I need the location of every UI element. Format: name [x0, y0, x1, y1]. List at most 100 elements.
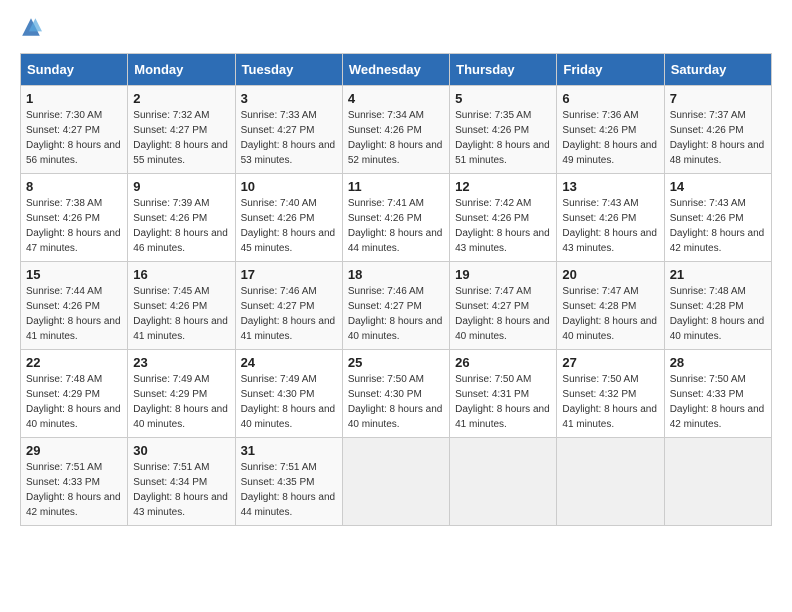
- calendar-week-row: 8 Sunrise: 7:38 AM Sunset: 4:26 PM Dayli…: [21, 174, 772, 262]
- day-number: 4: [348, 91, 444, 106]
- sunrise-label: Sunrise: 7:34 AM: [348, 110, 424, 121]
- daylight-label: Daylight: 8 hours and 40 minutes.: [455, 316, 550, 342]
- daylight-label: Daylight: 8 hours and 41 minutes.: [133, 316, 228, 342]
- day-number: 28: [670, 355, 766, 370]
- day-info: Sunrise: 7:50 AM Sunset: 4:30 PM Dayligh…: [348, 372, 444, 432]
- daylight-label: Daylight: 8 hours and 41 minutes.: [241, 316, 336, 342]
- daylight-label: Daylight: 8 hours and 55 minutes.: [133, 140, 228, 166]
- daylight-label: Daylight: 8 hours and 45 minutes.: [241, 228, 336, 254]
- day-number: 11: [348, 179, 444, 194]
- calendar-day-cell: 24 Sunrise: 7:49 AM Sunset: 4:30 PM Dayl…: [235, 350, 342, 438]
- calendar-day-header: Saturday: [664, 54, 771, 86]
- sunset-label: Sunset: 4:26 PM: [670, 213, 744, 224]
- sunset-label: Sunset: 4:29 PM: [133, 389, 207, 400]
- day-info: Sunrise: 7:48 AM Sunset: 4:29 PM Dayligh…: [26, 372, 122, 432]
- sunset-label: Sunset: 4:27 PM: [26, 125, 100, 136]
- calendar-day-cell: 12 Sunrise: 7:42 AM Sunset: 4:26 PM Dayl…: [450, 174, 557, 262]
- calendar-day-cell: 17 Sunrise: 7:46 AM Sunset: 4:27 PM Dayl…: [235, 262, 342, 350]
- calendar-week-row: 22 Sunrise: 7:48 AM Sunset: 4:29 PM Dayl…: [21, 350, 772, 438]
- calendar-day-cell: 10 Sunrise: 7:40 AM Sunset: 4:26 PM Dayl…: [235, 174, 342, 262]
- day-info: Sunrise: 7:39 AM Sunset: 4:26 PM Dayligh…: [133, 196, 229, 256]
- sunrise-label: Sunrise: 7:35 AM: [455, 110, 531, 121]
- sunrise-label: Sunrise: 7:43 AM: [670, 198, 746, 209]
- sunset-label: Sunset: 4:26 PM: [26, 213, 100, 224]
- sunrise-label: Sunrise: 7:47 AM: [455, 286, 531, 297]
- sunrise-label: Sunrise: 7:50 AM: [670, 374, 746, 385]
- calendar-day-header: Wednesday: [342, 54, 449, 86]
- day-info: Sunrise: 7:32 AM Sunset: 4:27 PM Dayligh…: [133, 108, 229, 168]
- calendar-day-cell: 16 Sunrise: 7:45 AM Sunset: 4:26 PM Dayl…: [128, 262, 235, 350]
- day-number: 22: [26, 355, 122, 370]
- sunset-label: Sunset: 4:26 PM: [348, 213, 422, 224]
- calendar-day-cell: 7 Sunrise: 7:37 AM Sunset: 4:26 PM Dayli…: [664, 86, 771, 174]
- daylight-label: Daylight: 8 hours and 40 minutes.: [133, 404, 228, 430]
- calendar-day-cell: [664, 438, 771, 526]
- day-number: 10: [241, 179, 337, 194]
- day-info: Sunrise: 7:50 AM Sunset: 4:33 PM Dayligh…: [670, 372, 766, 432]
- calendar-day-cell: [342, 438, 449, 526]
- sunset-label: Sunset: 4:26 PM: [562, 213, 636, 224]
- calendar-day-cell: 4 Sunrise: 7:34 AM Sunset: 4:26 PM Dayli…: [342, 86, 449, 174]
- daylight-label: Daylight: 8 hours and 42 minutes.: [670, 228, 765, 254]
- day-info: Sunrise: 7:50 AM Sunset: 4:31 PM Dayligh…: [455, 372, 551, 432]
- calendar-table: SundayMondayTuesdayWednesdayThursdayFrid…: [20, 53, 772, 526]
- daylight-label: Daylight: 8 hours and 56 minutes.: [26, 140, 121, 166]
- calendar-day-header: Friday: [557, 54, 664, 86]
- calendar-day-header: Sunday: [21, 54, 128, 86]
- daylight-label: Daylight: 8 hours and 40 minutes.: [670, 316, 765, 342]
- sunset-label: Sunset: 4:30 PM: [348, 389, 422, 400]
- sunset-label: Sunset: 4:26 PM: [241, 213, 315, 224]
- sunrise-label: Sunrise: 7:37 AM: [670, 110, 746, 121]
- day-number: 7: [670, 91, 766, 106]
- day-number: 20: [562, 267, 658, 282]
- calendar-day-cell: 23 Sunrise: 7:49 AM Sunset: 4:29 PM Dayl…: [128, 350, 235, 438]
- daylight-label: Daylight: 8 hours and 40 minutes.: [241, 404, 336, 430]
- day-info: Sunrise: 7:51 AM Sunset: 4:33 PM Dayligh…: [26, 460, 122, 520]
- sunrise-label: Sunrise: 7:38 AM: [26, 198, 102, 209]
- day-info: Sunrise: 7:30 AM Sunset: 4:27 PM Dayligh…: [26, 108, 122, 168]
- calendar-day-cell: 26 Sunrise: 7:50 AM Sunset: 4:31 PM Dayl…: [450, 350, 557, 438]
- day-info: Sunrise: 7:51 AM Sunset: 4:34 PM Dayligh…: [133, 460, 229, 520]
- sunset-label: Sunset: 4:29 PM: [26, 389, 100, 400]
- day-info: Sunrise: 7:35 AM Sunset: 4:26 PM Dayligh…: [455, 108, 551, 168]
- sunset-label: Sunset: 4:27 PM: [241, 125, 315, 136]
- day-number: 13: [562, 179, 658, 194]
- daylight-label: Daylight: 8 hours and 40 minutes.: [348, 404, 443, 430]
- day-info: Sunrise: 7:50 AM Sunset: 4:32 PM Dayligh…: [562, 372, 658, 432]
- sunrise-label: Sunrise: 7:45 AM: [133, 286, 209, 297]
- sunset-label: Sunset: 4:33 PM: [26, 477, 100, 488]
- sunrise-label: Sunrise: 7:36 AM: [562, 110, 638, 121]
- sunset-label: Sunset: 4:28 PM: [670, 301, 744, 312]
- sunset-label: Sunset: 4:27 PM: [348, 301, 422, 312]
- calendar-day-cell: 14 Sunrise: 7:43 AM Sunset: 4:26 PM Dayl…: [664, 174, 771, 262]
- sunrise-label: Sunrise: 7:32 AM: [133, 110, 209, 121]
- day-info: Sunrise: 7:45 AM Sunset: 4:26 PM Dayligh…: [133, 284, 229, 344]
- day-number: 15: [26, 267, 122, 282]
- calendar-day-cell: 31 Sunrise: 7:51 AM Sunset: 4:35 PM Dayl…: [235, 438, 342, 526]
- day-number: 27: [562, 355, 658, 370]
- calendar-day-cell: 30 Sunrise: 7:51 AM Sunset: 4:34 PM Dayl…: [128, 438, 235, 526]
- calendar-day-cell: [557, 438, 664, 526]
- day-info: Sunrise: 7:41 AM Sunset: 4:26 PM Dayligh…: [348, 196, 444, 256]
- day-info: Sunrise: 7:38 AM Sunset: 4:26 PM Dayligh…: [26, 196, 122, 256]
- daylight-label: Daylight: 8 hours and 43 minutes.: [562, 228, 657, 254]
- sunset-label: Sunset: 4:26 PM: [562, 125, 636, 136]
- calendar-week-row: 29 Sunrise: 7:51 AM Sunset: 4:33 PM Dayl…: [21, 438, 772, 526]
- calendar-day-cell: 27 Sunrise: 7:50 AM Sunset: 4:32 PM Dayl…: [557, 350, 664, 438]
- calendar-day-cell: 8 Sunrise: 7:38 AM Sunset: 4:26 PM Dayli…: [21, 174, 128, 262]
- day-number: 3: [241, 91, 337, 106]
- calendar-day-cell: 13 Sunrise: 7:43 AM Sunset: 4:26 PM Dayl…: [557, 174, 664, 262]
- calendar-day-cell: 1 Sunrise: 7:30 AM Sunset: 4:27 PM Dayli…: [21, 86, 128, 174]
- sunrise-label: Sunrise: 7:48 AM: [670, 286, 746, 297]
- daylight-label: Daylight: 8 hours and 40 minutes.: [348, 316, 443, 342]
- sunrise-label: Sunrise: 7:39 AM: [133, 198, 209, 209]
- sunrise-label: Sunrise: 7:44 AM: [26, 286, 102, 297]
- calendar-day-cell: 9 Sunrise: 7:39 AM Sunset: 4:26 PM Dayli…: [128, 174, 235, 262]
- day-info: Sunrise: 7:46 AM Sunset: 4:27 PM Dayligh…: [348, 284, 444, 344]
- daylight-label: Daylight: 8 hours and 43 minutes.: [133, 492, 228, 518]
- day-number: 12: [455, 179, 551, 194]
- calendar-day-cell: 28 Sunrise: 7:50 AM Sunset: 4:33 PM Dayl…: [664, 350, 771, 438]
- calendar-day-cell: 25 Sunrise: 7:50 AM Sunset: 4:30 PM Dayl…: [342, 350, 449, 438]
- calendar-week-row: 15 Sunrise: 7:44 AM Sunset: 4:26 PM Dayl…: [21, 262, 772, 350]
- sunrise-label: Sunrise: 7:51 AM: [133, 462, 209, 473]
